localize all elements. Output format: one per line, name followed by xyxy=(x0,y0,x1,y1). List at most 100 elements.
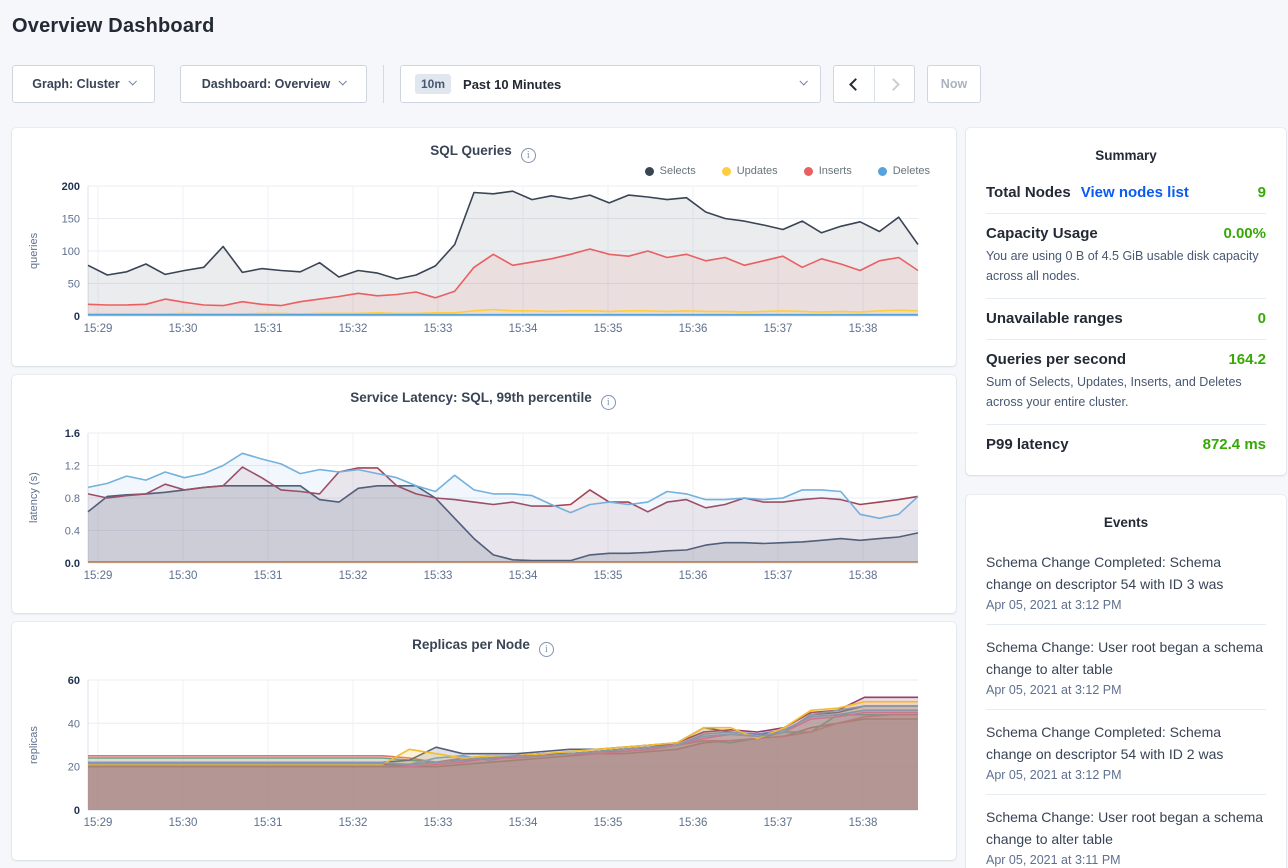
chart-title: SQL Queries xyxy=(430,143,512,158)
view-nodes-link[interactable]: View nodes list xyxy=(1081,184,1189,201)
svg-text:0: 0 xyxy=(74,311,80,323)
chart-card: Service Latency: SQL, 99th percentile la… xyxy=(12,375,956,613)
toolbar-divider xyxy=(383,65,384,103)
event-item[interactable]: Schema Change Completed: Schema change o… xyxy=(986,710,1266,795)
legend-item[interactable]: Selects xyxy=(645,165,696,177)
sidebar-column: Summary Total Nodes View nodes list 9 Ca… xyxy=(966,128,1286,868)
chart-plot-row: replicas 15:2915:3015:3115:3215:3315:341… xyxy=(26,674,940,832)
info-icon[interactable] xyxy=(539,642,554,657)
chart-legend xyxy=(26,656,940,674)
svg-text:15:33: 15:33 xyxy=(424,323,453,335)
event-item[interactable]: Schema Change: User root began a schema … xyxy=(986,625,1266,710)
svg-text:1.2: 1.2 xyxy=(65,461,80,473)
summary-row-label: Total Nodes xyxy=(986,184,1071,201)
event-message: Schema Change: User root began a schema … xyxy=(986,806,1266,850)
summary-row-value: 0 xyxy=(1258,310,1266,327)
event-item[interactable]: Schema Change: User root began a schema … xyxy=(986,795,1266,868)
info-icon[interactable] xyxy=(521,148,536,163)
svg-text:15:35: 15:35 xyxy=(594,570,623,582)
svg-text:15:36: 15:36 xyxy=(679,817,708,829)
summary-row: Unavailable ranges 0 xyxy=(986,299,1266,340)
svg-text:15:32: 15:32 xyxy=(339,817,368,829)
events-title: Events xyxy=(986,509,1266,540)
event-message: Schema Change Completed: Schema change o… xyxy=(986,721,1266,765)
svg-text:40: 40 xyxy=(68,718,80,730)
chart-legend: Selects Updates Inserts Deletes xyxy=(26,162,940,180)
svg-text:15:32: 15:32 xyxy=(339,570,368,582)
summary-row-label: Unavailable ranges xyxy=(986,310,1123,327)
summary-row: Capacity Usage 0.00% You are using 0 B o… xyxy=(986,214,1266,299)
legend-dot-icon xyxy=(878,167,887,176)
svg-text:60: 60 xyxy=(68,675,80,687)
legend-item[interactable]: Inserts xyxy=(804,165,852,177)
svg-text:150: 150 xyxy=(62,214,80,226)
svg-text:15:30: 15:30 xyxy=(169,817,198,829)
legend-label: Inserts xyxy=(819,165,852,177)
summary-row-value: 872.4 ms xyxy=(1203,436,1266,453)
svg-text:15:34: 15:34 xyxy=(509,570,538,582)
svg-text:15:38: 15:38 xyxy=(849,570,878,582)
svg-text:15:29: 15:29 xyxy=(84,817,113,829)
svg-text:0.0: 0.0 xyxy=(65,558,80,570)
time-range-picker[interactable]: 10m Past 10 Minutes xyxy=(400,65,821,103)
charts-column: SQL Queries Selects Updates Inserts xyxy=(12,128,956,868)
graph-dropdown[interactable]: Graph: Cluster xyxy=(12,65,155,103)
graph-dropdown-label: Graph: Cluster xyxy=(32,77,120,91)
previous-time-button[interactable] xyxy=(834,66,874,102)
chart-legend xyxy=(26,409,940,427)
next-time-button[interactable] xyxy=(874,66,914,102)
svg-text:200: 200 xyxy=(62,181,80,193)
chart-plot[interactable]: 15:2915:3015:3115:3215:3315:3415:3515:36… xyxy=(42,427,924,585)
svg-text:15:38: 15:38 xyxy=(849,817,878,829)
svg-text:15:35: 15:35 xyxy=(594,323,623,335)
legend-item[interactable]: Deletes xyxy=(878,165,930,177)
svg-text:15:34: 15:34 xyxy=(509,817,538,829)
event-item[interactable]: Schema Change Completed: Schema change o… xyxy=(986,540,1266,625)
chart-header: Replicas per Node xyxy=(26,636,940,656)
now-button[interactable]: Now xyxy=(927,65,981,103)
y-axis-label: queries xyxy=(26,186,42,316)
summary-row-value: 0.00% xyxy=(1223,225,1266,242)
legend-label: Updates xyxy=(737,165,778,177)
svg-text:15:33: 15:33 xyxy=(424,817,453,829)
chart-plot[interactable]: 15:2915:3015:3115:3215:3315:3415:3515:36… xyxy=(42,674,924,832)
summary-row-value: 164.2 xyxy=(1228,351,1266,368)
chart-title: Replicas per Node xyxy=(412,637,530,652)
time-step-buttons xyxy=(833,65,915,103)
chevron-right-icon xyxy=(887,78,900,91)
summary-row-label: P99 latency xyxy=(986,436,1069,453)
event-message: Schema Change Completed: Schema change o… xyxy=(986,551,1266,595)
page-title: Overview Dashboard xyxy=(12,0,1286,38)
events-list: Schema Change Completed: Schema change o… xyxy=(986,540,1266,868)
svg-text:15:30: 15:30 xyxy=(169,323,198,335)
event-timestamp: Apr 05, 2021 at 3:12 PM xyxy=(986,598,1266,612)
svg-text:100: 100 xyxy=(62,246,80,258)
chart-plot[interactable]: 15:2915:3015:3115:3215:3315:3415:3515:36… xyxy=(42,180,924,338)
svg-text:20: 20 xyxy=(68,762,80,774)
chart-title: Service Latency: SQL, 99th percentile xyxy=(350,390,592,405)
summary-rows: Total Nodes View nodes list 9 Capacity U… xyxy=(986,173,1266,465)
svg-text:15:31: 15:31 xyxy=(254,323,283,335)
legend-dot-icon xyxy=(722,167,731,176)
legend-label: Deletes xyxy=(893,165,930,177)
time-range-badge: 10m xyxy=(415,74,451,94)
chart-plot-row: latency (s) 15:2915:3015:3115:3215:3315:… xyxy=(26,427,940,585)
chevron-down-icon xyxy=(339,77,347,85)
legend-item[interactable]: Updates xyxy=(722,165,778,177)
svg-text:15:31: 15:31 xyxy=(254,817,283,829)
svg-text:15:30: 15:30 xyxy=(169,570,198,582)
summary-row-subtext: Sum of Selects, Updates, Inserts, and De… xyxy=(986,372,1266,412)
legend-dot-icon xyxy=(645,167,654,176)
info-icon[interactable] xyxy=(601,395,616,410)
svg-text:15:31: 15:31 xyxy=(254,570,283,582)
time-range-label: Past 10 Minutes xyxy=(463,77,791,92)
summary-card: Summary Total Nodes View nodes list 9 Ca… xyxy=(966,128,1286,475)
chart-header: Service Latency: SQL, 99th percentile xyxy=(26,389,940,409)
svg-text:0: 0 xyxy=(74,805,80,817)
dashboard-dropdown[interactable]: Dashboard: Overview xyxy=(180,65,367,103)
svg-text:15:33: 15:33 xyxy=(424,570,453,582)
main-content: SQL Queries Selects Updates Inserts xyxy=(12,128,1286,868)
event-timestamp: Apr 05, 2021 at 3:12 PM xyxy=(986,768,1266,782)
svg-text:50: 50 xyxy=(68,279,80,291)
svg-text:15:37: 15:37 xyxy=(764,323,793,335)
